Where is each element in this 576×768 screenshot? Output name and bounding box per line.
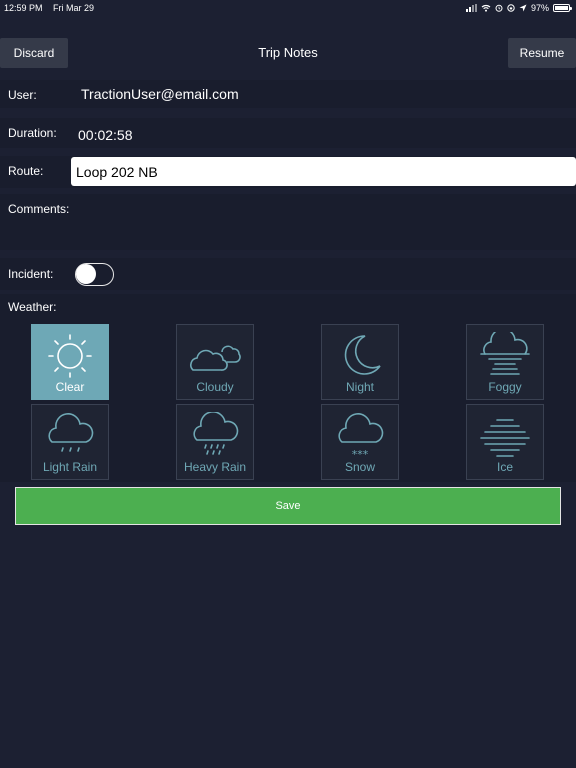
resume-button[interactable]: Resume — [508, 38, 576, 68]
weather-row: Weather: — [0, 294, 576, 320]
signal-icon — [465, 4, 477, 12]
status-time: 12:59 PM — [4, 3, 43, 13]
weather-ice-label: Ice — [496, 460, 513, 474]
cloudy-icon — [190, 345, 241, 371]
weather-heavy-rain-label: Heavy Rain — [183, 460, 247, 474]
weather-snow-tile[interactable]: *** Snow — [321, 404, 399, 480]
weather-night-tile[interactable]: Night — [321, 324, 399, 400]
sun-icon — [48, 334, 92, 378]
ice-icon — [480, 419, 530, 457]
weather-heavy-rain-tile[interactable]: Heavy Rain — [176, 404, 254, 480]
weather-snow-label: Snow — [344, 460, 376, 474]
snow-icon: *** — [338, 413, 384, 458]
incident-toggle[interactable] — [75, 263, 114, 286]
fog-icon — [480, 332, 530, 375]
weather-light-rain-tile[interactable]: Light Rain — [31, 404, 109, 480]
duration-value: 00:02:58 — [78, 127, 133, 143]
status-bar: 12:59 PM Fri Mar 29 97% — [0, 0, 576, 16]
weather-clear-tile[interactable]: Clear — [31, 324, 109, 400]
toggle-knob — [76, 264, 96, 284]
svg-text:***: *** — [352, 448, 369, 458]
location-icon — [519, 4, 527, 12]
weather-ice-tile[interactable]: Ice — [466, 404, 544, 480]
heavy-rain-icon — [193, 412, 239, 455]
weather-clear-label: Clear — [55, 380, 85, 394]
alarm-icon — [495, 4, 503, 12]
user-value: TractionUser@email.com — [81, 86, 239, 102]
weather-foggy-tile[interactable]: Foggy — [466, 324, 544, 400]
weather-light-rain-label: Light Rain — [42, 460, 98, 474]
weather-foggy-label: Foggy — [488, 380, 522, 394]
route-label: Route: — [8, 164, 44, 178]
light-rain-icon — [48, 413, 94, 452]
battery-icon — [553, 4, 572, 12]
incident-label: Incident: — [8, 267, 54, 281]
duration-row: Duration: 00:02:58 — [0, 118, 576, 148]
battery-percent: 97% — [530, 3, 549, 13]
weather-label: Weather: — [8, 300, 57, 314]
save-button[interactable]: Save — [15, 487, 561, 525]
page-title: Trip Notes — [258, 45, 318, 60]
weather-cloudy-tile[interactable]: Cloudy — [176, 324, 254, 400]
duration-label: Duration: — [8, 126, 57, 140]
user-row: User: TractionUser@email.com — [0, 80, 576, 108]
weather-cloudy-label: Cloudy — [196, 380, 234, 394]
comments-row[interactable]: Comments: — [0, 194, 576, 250]
route-input[interactable]: Loop 202 NB — [71, 157, 576, 186]
comments-label: Comments: — [8, 202, 70, 216]
lock-rotation-icon — [507, 4, 515, 12]
moon-icon — [344, 335, 381, 375]
weather-night-label: Night — [345, 380, 374, 394]
user-label: User: — [8, 88, 37, 102]
wifi-icon — [481, 4, 491, 12]
status-date: Fri Mar 29 — [53, 3, 95, 13]
status-indicators: 97% — [465, 3, 572, 13]
